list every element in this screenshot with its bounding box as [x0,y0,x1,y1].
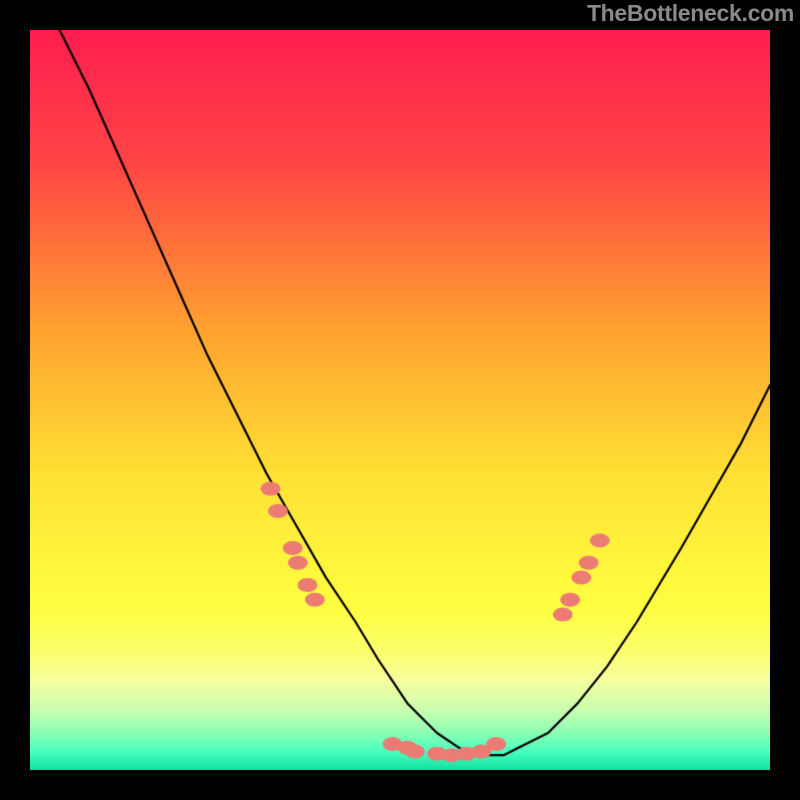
bottleneck-chart-canvas [30,30,770,770]
chart-container: TheBottleneck.com [0,0,800,800]
credit-watermark: TheBottleneck.com [587,0,794,27]
